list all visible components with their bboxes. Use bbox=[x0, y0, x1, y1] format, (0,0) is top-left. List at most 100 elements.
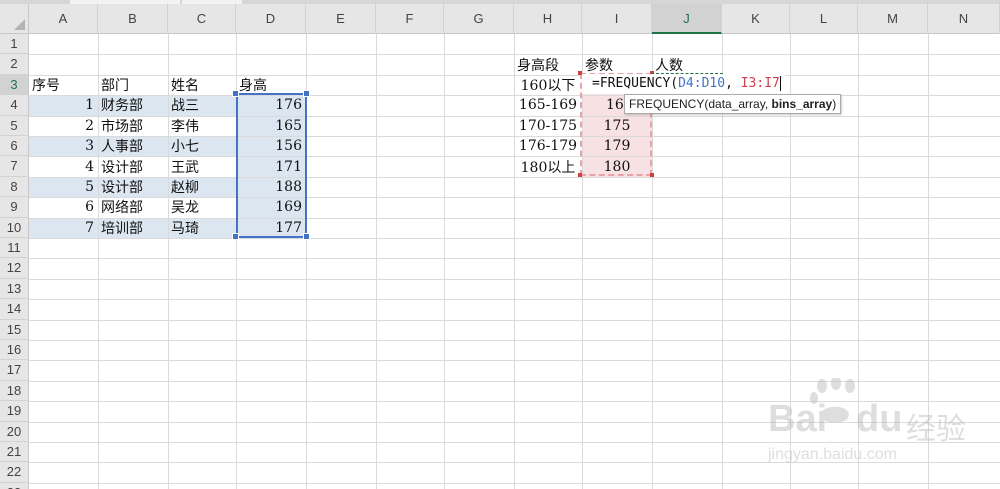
column-header[interactable]: E bbox=[306, 4, 376, 34]
cell-dept[interactable]: 人事部 bbox=[98, 136, 168, 156]
column-header[interactable]: M bbox=[858, 4, 928, 34]
row-header[interactable]: 2 bbox=[0, 54, 29, 75]
header-height-range[interactable]: 身高段 bbox=[514, 54, 582, 74]
row-header[interactable]: 5 bbox=[0, 115, 29, 136]
row-gridline bbox=[29, 258, 1000, 259]
watermark-brand-du: du bbox=[856, 398, 903, 440]
row-header[interactable]: 6 bbox=[0, 136, 29, 157]
header-dept[interactable]: 部门 bbox=[98, 75, 168, 95]
selection-handle[interactable] bbox=[303, 233, 310, 240]
cell-seq[interactable]: 2 bbox=[29, 116, 98, 136]
header-param[interactable]: 参数 bbox=[582, 54, 652, 74]
row-header[interactable]: 19 bbox=[0, 401, 29, 422]
column-header[interactable]: C bbox=[168, 4, 236, 34]
column-header[interactable]: J bbox=[652, 4, 722, 34]
watermark-cn: 经验 bbox=[906, 413, 966, 446]
row-header[interactable]: 14 bbox=[0, 299, 29, 320]
header-count[interactable]: 人数 bbox=[652, 54, 722, 74]
selection-handle[interactable] bbox=[232, 90, 239, 97]
cell-seq[interactable]: 1 bbox=[29, 95, 98, 115]
cell-seq[interactable]: 3 bbox=[29, 136, 98, 156]
row-header[interactable]: 13 bbox=[0, 278, 29, 300]
cell-range[interactable]: 165-169 bbox=[514, 95, 582, 115]
column-header[interactable]: F bbox=[376, 4, 444, 34]
tooltip-arg-bins-array: bins_array bbox=[771, 97, 833, 111]
column-header[interactable]: B bbox=[98, 4, 168, 34]
cell-dept[interactable]: 市场部 bbox=[98, 116, 168, 136]
row-header[interactable]: 18 bbox=[0, 380, 29, 402]
row-gridline bbox=[29, 279, 1000, 280]
cell-name[interactable]: 赵柳 bbox=[168, 177, 236, 197]
column-gridline bbox=[444, 34, 445, 489]
column-header[interactable]: D bbox=[236, 4, 306, 34]
cell-name[interactable]: 李伟 bbox=[168, 116, 236, 136]
cell-formula-editor[interactable]: =FREQUENCY(D4:D10, I3:I7 bbox=[582, 74, 785, 94]
formula-ref-bins: I3:I7 bbox=[740, 76, 780, 91]
cell-dept[interactable]: 设计部 bbox=[98, 156, 168, 176]
column-header[interactable]: H bbox=[514, 4, 582, 34]
formula-ref-data: D4:D10 bbox=[678, 76, 726, 91]
cell-name[interactable]: 马琦 bbox=[168, 218, 236, 238]
watermark: Bai du 经验 jingyan.baidu.com bbox=[760, 378, 1000, 489]
row-header[interactable]: 20 bbox=[0, 421, 29, 442]
column-header[interactable]: G bbox=[444, 4, 514, 34]
row-gridline bbox=[29, 238, 1000, 239]
cell-dept[interactable]: 财务部 bbox=[98, 95, 168, 115]
cell-seq[interactable]: 5 bbox=[29, 177, 98, 197]
cell-range[interactable]: 180以上 bbox=[514, 156, 582, 176]
cell-name[interactable]: 王武 bbox=[168, 156, 236, 176]
row-header[interactable]: 23 bbox=[0, 482, 29, 489]
row-header[interactable]: 15 bbox=[0, 319, 29, 340]
spreadsheet[interactable]: ABCDEFGHIJKLMN 1 2 3 4 5 6 7 8 9 10 11 12 13 14 15 16 17… bbox=[0, 0, 1000, 489]
row-header[interactable]: 17 bbox=[0, 360, 29, 381]
formula-separator: , bbox=[725, 76, 741, 91]
cell-dept[interactable]: 设计部 bbox=[98, 177, 168, 197]
cell-seq[interactable]: 6 bbox=[29, 197, 98, 217]
selection-handle[interactable] bbox=[303, 90, 310, 97]
column-header[interactable]: N bbox=[928, 4, 1000, 34]
header-name[interactable]: 姓名 bbox=[168, 75, 236, 95]
row-gridline bbox=[29, 299, 1000, 300]
tooltip-separator: , bbox=[764, 97, 772, 111]
cell-seq[interactable]: 4 bbox=[29, 156, 98, 176]
cell-dept[interactable]: 培训部 bbox=[98, 218, 168, 238]
row-gridline bbox=[29, 320, 1000, 321]
header-seq[interactable]: 序号 bbox=[29, 75, 98, 95]
column-header[interactable]: L bbox=[790, 4, 858, 34]
select-all-triangle-icon bbox=[14, 19, 25, 30]
row-header[interactable]: 10 bbox=[0, 217, 29, 238]
range-selection-d4-d10[interactable] bbox=[236, 93, 307, 238]
row-header[interactable]: 22 bbox=[0, 462, 29, 483]
row-header[interactable]: 11 bbox=[0, 238, 29, 259]
select-all-button[interactable] bbox=[0, 4, 29, 34]
cell-dept[interactable]: 网络部 bbox=[98, 197, 168, 217]
text-cursor bbox=[779, 76, 781, 91]
cell-range[interactable]: 170-175 bbox=[514, 116, 582, 136]
column-header[interactable]: I bbox=[582, 4, 652, 34]
column-gridline bbox=[376, 34, 377, 489]
cell-name[interactable]: 小七 bbox=[168, 136, 236, 156]
row-header[interactable]: 12 bbox=[0, 258, 29, 279]
selection-handle[interactable] bbox=[232, 233, 239, 240]
row-gridline bbox=[29, 360, 1000, 361]
row-header[interactable]: 7 bbox=[0, 156, 29, 177]
cell-range[interactable]: 160以下 bbox=[514, 75, 582, 95]
column-header[interactable]: A bbox=[29, 4, 98, 34]
cell-name[interactable]: 吴龙 bbox=[168, 197, 236, 217]
row-header[interactable]: 8 bbox=[0, 176, 29, 198]
watermark-url: jingyan.baidu.com bbox=[768, 446, 897, 463]
row-header[interactable]: 4 bbox=[0, 95, 29, 116]
function-syntax-tooltip[interactable]: FREQUENCY(data_array, bins_array) bbox=[624, 94, 842, 114]
row-header[interactable]: 16 bbox=[0, 340, 29, 361]
watermark-brand: Bai bbox=[768, 398, 828, 440]
row-gridline bbox=[29, 340, 1000, 341]
formula-function: =FREQUENCY( bbox=[592, 76, 679, 91]
row-header[interactable]: 9 bbox=[0, 197, 29, 218]
cell-seq[interactable]: 7 bbox=[29, 218, 98, 238]
column-header[interactable]: K bbox=[722, 4, 790, 34]
cell-name[interactable]: 战三 bbox=[168, 95, 236, 115]
cell-range[interactable]: 176-179 bbox=[514, 136, 582, 156]
row-header[interactable]: 21 bbox=[0, 442, 29, 463]
row-header[interactable]: 1 bbox=[0, 34, 29, 55]
row-header[interactable]: 3 bbox=[0, 74, 29, 96]
